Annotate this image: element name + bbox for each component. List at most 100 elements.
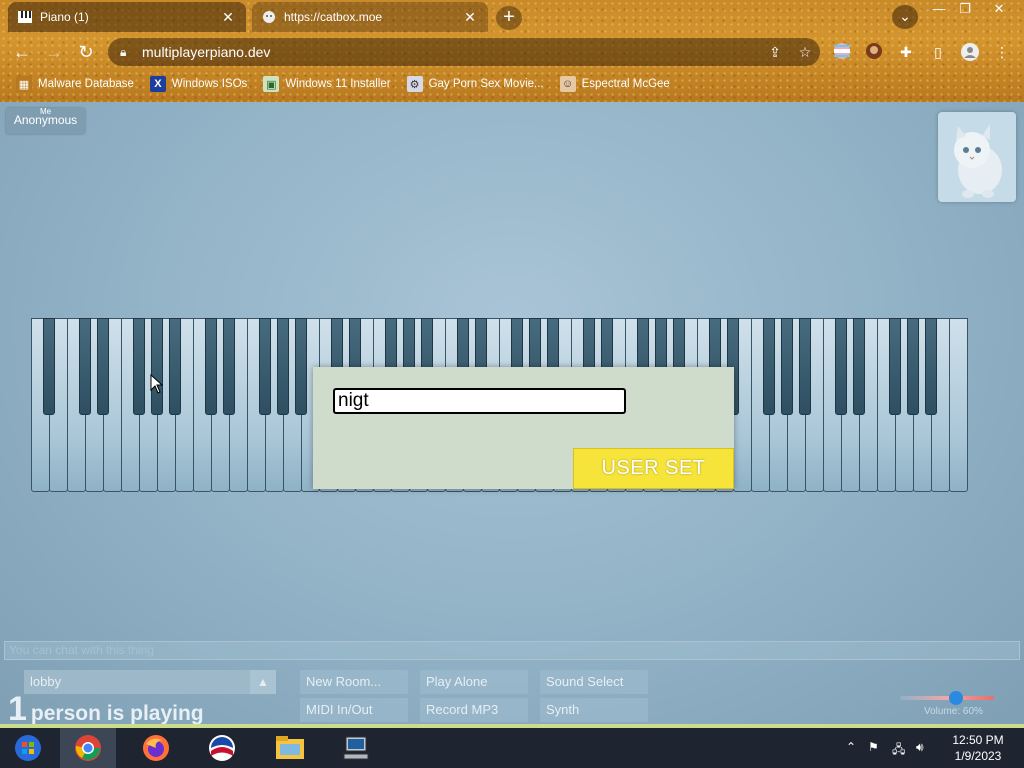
avatar-extension-icon[interactable] <box>864 42 884 62</box>
black-key[interactable] <box>205 318 217 415</box>
sound-select-button[interactable]: Sound Select <box>540 670 648 694</box>
extensions-puzzle-icon[interactable]: ✚ <box>896 42 916 62</box>
address-bar[interactable]: 🔒︎ multiplayerpiano.dev ⇪ ☆ <box>108 38 820 66</box>
piano-page: Me Anonymous USER SET You can chat with … <box>0 102 1024 728</box>
file-explorer-taskbar-icon[interactable] <box>262 728 318 768</box>
volume-track <box>900 696 994 700</box>
black-key[interactable] <box>133 318 145 415</box>
volume-slider[interactable]: Volume: 60% <box>896 686 1000 722</box>
globe-icon: ⚙ <box>406 76 423 92</box>
speaker-icon[interactable]: 🔊︎ <box>916 740 924 755</box>
url-text: multiplayerpiano.dev <box>142 44 271 60</box>
bookmark-windows-isos[interactable]: X Windows ISOs <box>149 76 248 92</box>
play-alone-button[interactable]: Play Alone <box>420 670 528 694</box>
black-key[interactable] <box>781 318 793 415</box>
clock-time: 12:50 PM <box>952 733 1004 747</box>
black-key[interactable] <box>223 318 235 415</box>
show-hidden-icons-icon[interactable]: ⌃ <box>846 740 856 754</box>
lock-icon: 🔒︎ <box>120 44 127 59</box>
chrome-taskbar-icon[interactable] <box>60 728 116 768</box>
player-count-number: 1 <box>8 690 27 728</box>
profile-icon[interactable] <box>960 42 980 62</box>
bookmark-label: Gay Porn Sex Movie... <box>428 78 544 90</box>
bookmark-gay-porn[interactable]: ⚙ Gay Porn Sex Movie... <box>406 76 544 92</box>
bookmarks-bar: ▦ Malware Database X Windows ISOs ▣ Wind… <box>0 72 1024 96</box>
username-input[interactable] <box>333 388 626 414</box>
new-tab-button[interactable]: + <box>496 6 522 30</box>
user-set-button[interactable]: USER SET <box>573 448 734 489</box>
menu-icon[interactable]: ⋮ <box>992 42 1012 62</box>
black-key[interactable] <box>799 318 811 415</box>
black-key[interactable] <box>889 318 901 415</box>
bookmark-label: Espectral McGee <box>581 78 670 90</box>
bookmark-windows-11-installer[interactable]: ▣ Windows 11 Installer <box>263 76 391 92</box>
clock-date: 1/9/2023 <box>954 749 1002 763</box>
toolbar: ← → ↻ 🔒︎ multiplayerpiano.dev ⇪ ☆ ✚ ▯ ⋮ <box>0 36 1024 68</box>
tab-catbox[interactable]: https://catbox.moe ✕ <box>252 2 488 32</box>
volume-label: Volume: 60% <box>924 706 983 717</box>
bookmark-star-icon[interactable]: ☆ <box>790 44 820 61</box>
browser-chrome: Piano (1) ✕ https://catbox.moe ✕ + ⌄ — ❐… <box>0 0 1024 102</box>
start-button[interactable] <box>0 728 56 768</box>
black-key[interactable] <box>907 318 919 415</box>
black-key[interactable] <box>43 318 55 415</box>
black-key[interactable] <box>277 318 289 415</box>
side-panel-icon[interactable]: ▯ <box>928 42 948 62</box>
black-key[interactable] <box>853 318 865 415</box>
black-key[interactable] <box>79 318 91 415</box>
new-room-button[interactable]: New Room... <box>300 670 408 694</box>
tab-search-icon[interactable]: ⌄ <box>892 5 918 29</box>
forward-icon[interactable]: → <box>42 40 66 64</box>
tab-title: https://catbox.moe <box>284 10 383 24</box>
mouse-cursor-icon <box>150 373 164 394</box>
black-key[interactable] <box>97 318 109 415</box>
record-mp3-button[interactable]: Record MP3 <box>420 698 528 722</box>
taskbar: ⌃ ⚑ 🖧︎ 🔊︎ 12:50 PM 1/9/2023 <box>0 728 1024 768</box>
black-key[interactable] <box>295 318 307 415</box>
tab-title: Piano (1) <box>40 10 89 24</box>
bookmark-malware-database[interactable]: ▦ Malware Database <box>16 76 134 92</box>
black-key[interactable] <box>151 318 163 415</box>
black-key[interactable] <box>259 318 271 415</box>
bookmark-espectral-mcgee[interactable]: ☺ Espectral McGee <box>559 76 670 92</box>
room-name: lobby <box>30 674 62 689</box>
obama-logo-icon[interactable] <box>194 728 250 768</box>
synth-button[interactable]: Synth <box>540 698 648 722</box>
chat-input[interactable]: You can chat with this thing <box>4 641 1020 660</box>
cat-image <box>938 112 1016 202</box>
image-icon: ▣ <box>263 76 280 92</box>
flag-extension-icon[interactable] <box>832 42 852 62</box>
bookmark-label: Malware Database <box>38 78 134 90</box>
close-tab-icon[interactable]: ✕ <box>462 9 478 26</box>
black-key[interactable] <box>925 318 937 415</box>
bookmark-icon: ▦ <box>16 76 32 92</box>
black-key[interactable] <box>763 318 775 415</box>
black-key[interactable] <box>835 318 847 415</box>
share-icon[interactable]: ⇪ <box>760 44 790 61</box>
player-count-text: person is playing <box>30 702 204 725</box>
back-icon[interactable]: ← <box>10 40 34 64</box>
close-window-icon[interactable]: ✕ <box>984 0 1014 18</box>
volume-knob[interactable] <box>949 691 964 705</box>
reload-icon[interactable]: ↻ <box>74 40 98 64</box>
black-key[interactable] <box>169 318 181 415</box>
tab-strip: Piano (1) ✕ https://catbox.moe ✕ + ⌄ — ❐… <box>0 0 1024 34</box>
white-key[interactable] <box>949 318 968 492</box>
close-tab-icon[interactable]: ✕ <box>220 9 236 26</box>
face-icon: ☺ <box>559 76 576 92</box>
clock[interactable]: 12:50 PM 1/9/2023 <box>946 732 1010 764</box>
tab-piano[interactable]: Piano (1) ✕ <box>8 2 246 32</box>
network-icon[interactable]: 🖧︎ <box>892 740 905 761</box>
restore-icon[interactable]: ❐ <box>950 0 980 18</box>
firefox-taskbar-icon[interactable] <box>128 728 184 768</box>
bookmark-label: Windows ISOs <box>171 78 248 90</box>
piano-icon <box>18 10 32 24</box>
flag-icon[interactable]: ⚑ <box>868 740 879 754</box>
user-badge[interactable]: Me Anonymous <box>6 108 85 134</box>
bottom-controls: lobby ▲ 1 person is playing New Room... P… <box>0 664 1024 728</box>
midi-button[interactable]: MIDI In/Out <box>300 698 408 722</box>
chevron-up-icon[interactable]: ▲ <box>250 670 276 694</box>
computer-app-taskbar-icon[interactable] <box>328 728 384 768</box>
x-logo-icon: X <box>149 76 166 92</box>
bookmark-label: Windows 11 Installer <box>285 78 391 90</box>
